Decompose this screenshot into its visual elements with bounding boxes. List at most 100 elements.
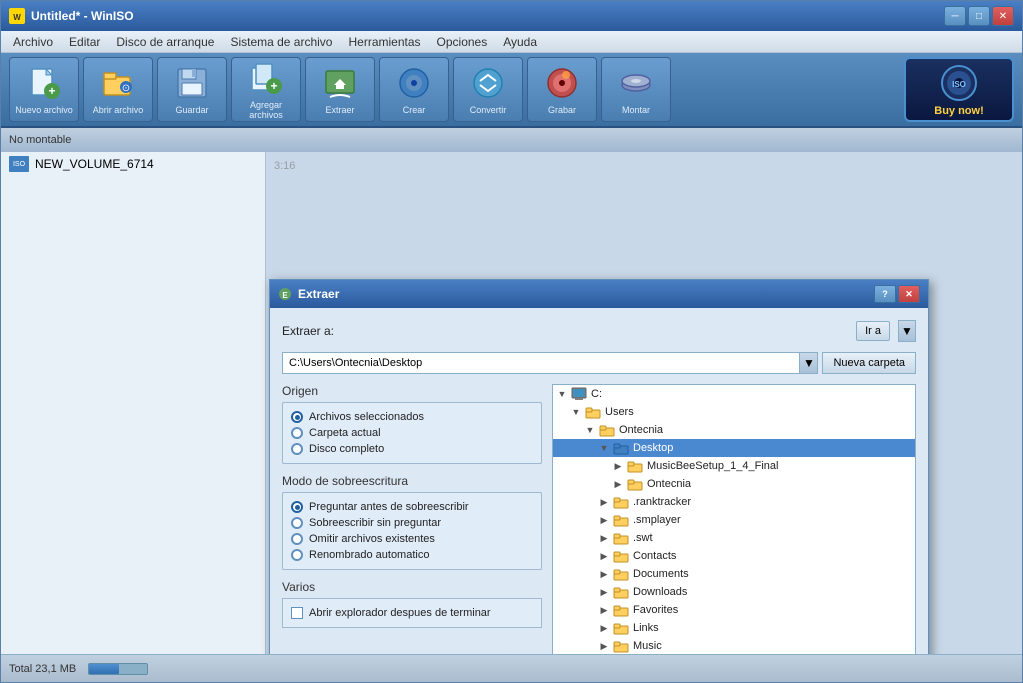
menu-archivo[interactable]: Archivo (5, 33, 61, 51)
expand-ontecnia[interactable]: ▼ (585, 425, 595, 435)
minimize-button[interactable]: ─ (944, 6, 966, 26)
extraer-label: Extraer (325, 105, 354, 115)
tree-item-documents[interactable]: ▶ Documents (553, 565, 915, 583)
menu-editar[interactable]: Editar (61, 33, 108, 51)
renombrar-label: Renombrado automatico (309, 549, 429, 561)
ir-a-dropdown[interactable]: ▼ (898, 320, 916, 342)
window-controls: ─ □ ✕ (944, 6, 1014, 26)
tree-item-ranktracker[interactable]: ▶ .ranktracker (553, 493, 915, 511)
menu-disco[interactable]: Disco de arranque (108, 33, 222, 51)
svg-text:W: W (13, 13, 21, 22)
expand-smplayer[interactable]: ▶ (599, 515, 609, 525)
tree-label-swt: .swt (633, 532, 653, 544)
folder-tree[interactable]: ▼ C: ▼ (552, 384, 916, 654)
expand-swt[interactable]: ▶ (599, 533, 609, 543)
tree-item-ontecnia[interactable]: ▼ Ontecnia (553, 421, 915, 439)
modo-renombrar-option[interactable]: Renombrado automatico (291, 549, 533, 561)
extract-to-section: Extraer a: Ir a ▼ (282, 320, 916, 342)
expand-music[interactable]: ▶ (599, 641, 609, 651)
abrir-archivo-button[interactable]: ⊙ Abrir archivo (83, 57, 153, 122)
app-icon: W (9, 8, 25, 24)
dialog-title-text: Extraer (298, 287, 339, 301)
tree-label-smplayer: .smplayer (633, 514, 681, 526)
tree-item-swt[interactable]: ▶ .swt (553, 529, 915, 547)
modo-omitir-option[interactable]: Omitir archivos existentes (291, 533, 533, 545)
origen-carpeta-option[interactable]: Carpeta actual (291, 427, 533, 439)
title-bar: W Untitled* - WinISO ─ □ ✕ (1, 1, 1022, 31)
convertir-button[interactable]: Convertir (453, 57, 523, 122)
nueva-carpeta-button[interactable]: Nueva carpeta (822, 352, 916, 374)
menu-opciones[interactable]: Opciones (429, 33, 496, 51)
tree-item-ontecnia2[interactable]: ▶ Ontecnia (553, 475, 915, 493)
expand-users[interactable]: ▼ (571, 407, 581, 417)
close-button[interactable]: ✕ (992, 6, 1014, 26)
tree-item-downloads[interactable]: ▶ Downloads (553, 583, 915, 601)
expand-links[interactable]: ▶ (599, 623, 609, 633)
preguntar-label: Preguntar antes de sobreescribir (309, 501, 469, 513)
add-files-icon: + (248, 60, 284, 96)
crear-button[interactable]: Crear (379, 57, 449, 122)
tree-item-musicbee[interactable]: ▶ MusicBeeSetup_1_4_Final (553, 457, 915, 475)
origen-archivos-option[interactable]: Archivos seleccionados (291, 411, 533, 423)
modo-preguntar-option[interactable]: Preguntar antes de sobreescribir (291, 501, 533, 513)
new-file-icon: + (26, 65, 62, 101)
expand-desktop[interactable]: ▼ (599, 443, 609, 453)
origen-disco-option[interactable]: Disco completo (291, 443, 533, 455)
tree-label-desktop: Desktop (633, 442, 673, 454)
carpeta-label: Carpeta actual (309, 427, 381, 439)
extract-dialog: E Extraer ? ✕ Extraer a: Ir a ▼ (269, 279, 929, 654)
iso-icon: ISO (9, 156, 29, 172)
menu-ayuda[interactable]: Ayuda (495, 33, 545, 51)
tree-item-c[interactable]: ▼ C: (553, 385, 915, 403)
extraer-button[interactable]: Extraer (305, 57, 375, 122)
convertir-label: Convertir (470, 105, 507, 115)
origen-radio-group: Archivos seleccionados Carpeta actual Di… (282, 402, 542, 464)
expand-musicbee[interactable]: ▶ (613, 461, 623, 471)
buy-now-button[interactable]: ISO Buy now! (904, 57, 1014, 122)
varios-label: Varios (282, 580, 542, 594)
maximize-button[interactable]: □ (968, 6, 990, 26)
tree-item-links[interactable]: ▶ Links (553, 619, 915, 637)
agregar-archivos-button[interactable]: + Agregar archivos (231, 57, 301, 122)
grabar-icon (544, 65, 580, 101)
menu-herramientas[interactable]: Herramientas (340, 33, 428, 51)
tree-item-desktop[interactable]: ▼ Desktop (553, 439, 915, 457)
tree-item-smplayer[interactable]: ▶ .smplayer (553, 511, 915, 529)
expand-documents[interactable]: ▶ (599, 569, 609, 579)
expand-ontecnia2[interactable]: ▶ (613, 479, 623, 489)
tree-item-users[interactable]: ▼ Users (553, 403, 915, 421)
expand-ranktracker[interactable]: ▶ (599, 497, 609, 507)
bottom-status-bar: Total 23,1 MB (1, 654, 1022, 682)
nuevo-archivo-button[interactable]: + Nuevo archivo (9, 57, 79, 122)
ir-a-button[interactable]: Ir a (856, 321, 890, 341)
dialog-close-button[interactable]: ✕ (898, 285, 920, 303)
radio-dot (295, 415, 300, 420)
tree-item-favorites[interactable]: ▶ Favorites (553, 601, 915, 619)
expand-contacts[interactable]: ▶ (599, 551, 609, 561)
tree-item-music[interactable]: ▶ Music (553, 637, 915, 654)
tree-item-contacts[interactable]: ▶ Contacts (553, 547, 915, 565)
menu-sistema[interactable]: Sistema de archivo (222, 33, 340, 51)
radio-dot-2 (295, 505, 300, 510)
expand-c[interactable]: ▼ (557, 389, 567, 399)
modo-section: Modo de sobreescritura Preguntar antes d… (282, 474, 542, 570)
path-row: ▼ Nueva carpeta (282, 352, 916, 374)
modo-radio-group: Preguntar antes de sobreescribir Sobrees… (282, 492, 542, 570)
grabar-button[interactable]: Grabar (527, 57, 597, 122)
abrir-explorador-checkbox[interactable]: Abrir explorador despues de terminar (282, 598, 542, 628)
path-dropdown-arrow[interactable]: ▼ (800, 352, 818, 374)
expand-favorites[interactable]: ▶ (599, 605, 609, 615)
tree-label-musicbee: MusicBeeSetup_1_4_Final (647, 460, 778, 472)
folder-icon-links (613, 621, 629, 635)
svg-text:⊙: ⊙ (122, 83, 130, 94)
expand-downloads[interactable]: ▶ (599, 587, 609, 597)
folder-icon-downloads (613, 585, 629, 599)
modo-sobreescribir-option[interactable]: Sobreescribir sin preguntar (291, 517, 533, 529)
montar-button[interactable]: Montar (601, 57, 671, 122)
path-input[interactable] (282, 352, 800, 374)
dialog-help-button[interactable]: ? (874, 285, 896, 303)
file-item[interactable]: ISO NEW_VOLUME_6714 (1, 152, 265, 176)
guardar-toolbar-button[interactable]: Guardar (157, 57, 227, 122)
convertir-icon (470, 65, 506, 101)
radio-disco (291, 443, 303, 455)
